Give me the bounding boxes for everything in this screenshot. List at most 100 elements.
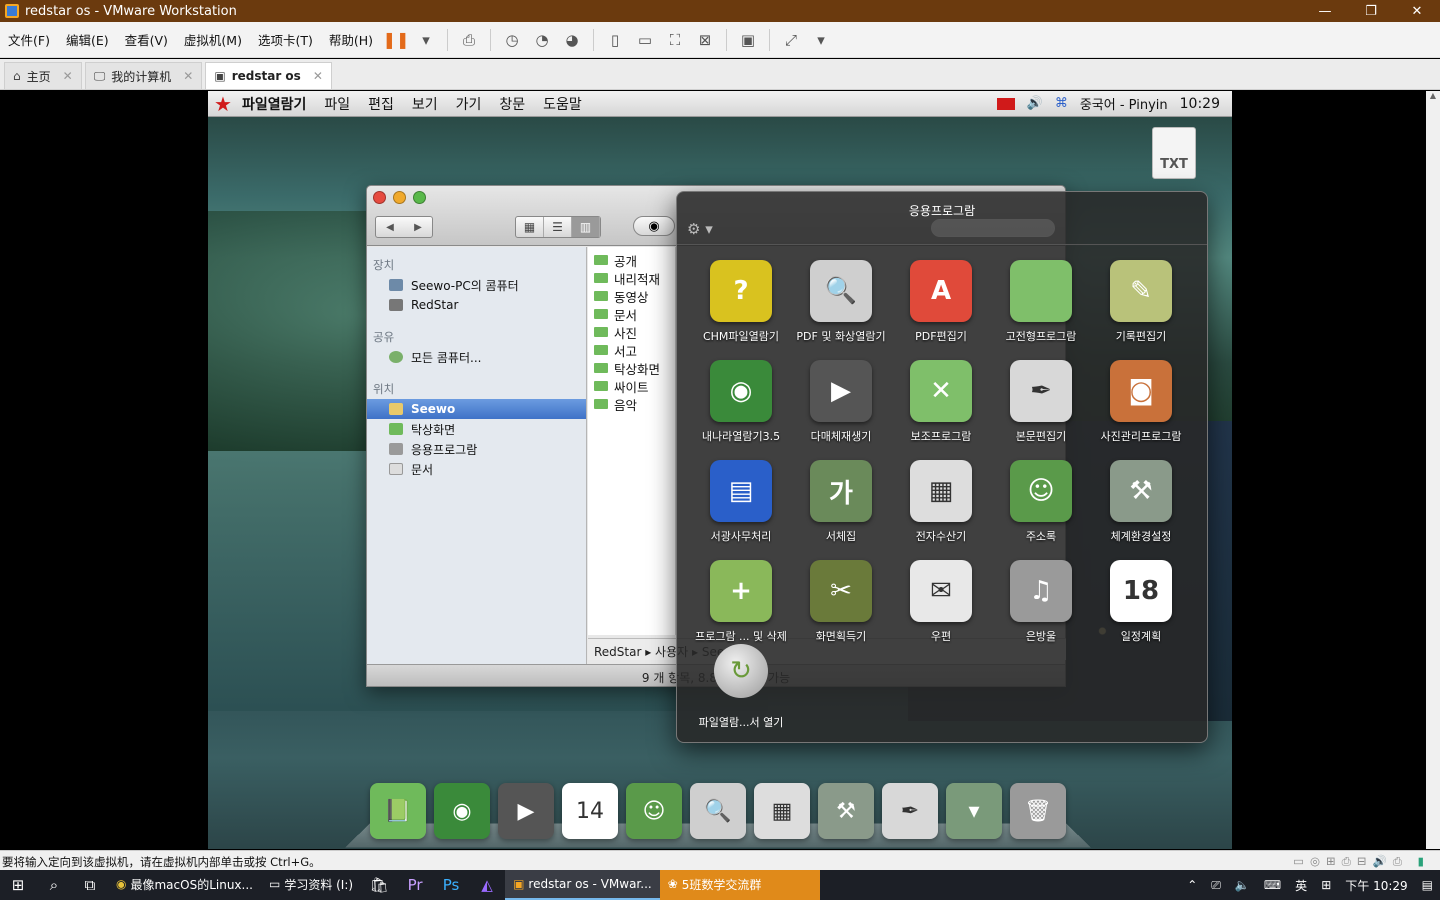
app-item[interactable]: 🔍 PDF 및 화상열람기 [791,248,891,348]
app-item[interactable]: ✒ 본문편집기 [991,348,1091,448]
app-item[interactable]: ▶ 다매체재생기 [791,348,891,448]
volume-icon[interactable]: 🔈 [1235,878,1250,892]
rs-menu-finder[interactable]: 파일열람기 [242,94,306,114]
app-item[interactable]: 18 일정계획 [1091,548,1191,648]
app-item[interactable]: A PDF편집기 [891,248,991,348]
taskbar-item-qq-group[interactable]: ❀ 5班数学交流群 [659,870,820,900]
quick-look-icon[interactable]: ◉ [633,216,675,236]
dock-item-icon[interactable]: 14 [562,783,618,839]
app-item[interactable]: ♫ 은방울 [991,548,1091,648]
sidebar-item-redstar[interactable]: RedStar [367,295,586,315]
tab-my-computer[interactable]: 🖵 我的计算机 ✕ [84,62,203,89]
sidebar-header-devices[interactable]: 장치 [367,255,586,275]
pause-icon[interactable]: ❚❚ [381,27,411,53]
list-item[interactable]: 싸이트 [588,377,675,395]
taskbar-item-explorer[interactable]: ▭ 学习资料 (I:) [261,870,361,900]
input-method-label[interactable]: 중국어 - Pinyin [1080,94,1168,113]
sidebar-item-seewo[interactable]: Seewo [367,399,586,419]
vm-screen[interactable]: ★ 파일열람기 파일 편집 보기 가기 창문 도움말 🔊 ⌘ 중국어 - Pin… [208,91,1232,849]
app-item[interactable]: ? CHM파일열람기 [691,248,791,348]
menu-view[interactable]: 查看(V) [117,30,176,49]
forward-icon[interactable]: ▶ [404,217,432,237]
dock-item-icon[interactable]: 🗑 [1010,783,1066,839]
dropdown-icon[interactable]: ▾ [411,27,441,53]
list-item[interactable]: 사진 [588,323,675,341]
rs-menu-file[interactable]: 파일 [324,94,350,114]
flag-icon[interactable] [996,97,1015,110]
vertical-scrollbar[interactable]: ▲ [1426,91,1440,849]
list-item[interactable]: 서고 [588,341,675,359]
app-item[interactable]: 고전형프로그람 [991,248,1091,348]
library-view-icon[interactable]: ▯ [600,27,630,53]
windows-start-icon[interactable]: ⊞ [0,870,36,900]
snapshot-manager-icon[interactable]: ◕ [557,27,587,53]
unity-icon[interactable]: ⊠ [690,27,720,53]
stretch-icon[interactable]: ⤢ [776,27,806,53]
chevron-up-icon[interactable]: ⌃ [1187,878,1197,892]
taskbar-clock[interactable]: 下午 10:29 [1345,877,1407,894]
app-item[interactable]: ◉ 내나라열람기3.5 [691,348,791,448]
rs-menu-window[interactable]: 창문 [499,94,525,114]
app-item[interactable]: ✎ 기록편집기 [1091,248,1191,348]
dock-item-icon[interactable]: ▶ [498,783,554,839]
open-in-finder-button[interactable]: ↻ 파일열람...서 열기 [691,644,791,730]
app-item[interactable]: ◙ 사진관리프로그람 [1091,348,1191,448]
tab-close-icon[interactable]: ✕ [313,69,323,83]
network-icon[interactable]: ⎚ [1211,878,1221,893]
notification-icon[interactable]: ▤ [1422,878,1433,892]
menu-vm[interactable]: 虚拟机(M) [176,30,250,49]
tab-close-icon[interactable]: ✕ [63,69,73,83]
taskbar-item-vmware[interactable]: ▣ redstar os - VMwar... [505,870,660,900]
app-item[interactable]: ⚒ 체계환경설정 [1091,448,1191,548]
keyboard-icon[interactable]: ⌨ [1264,878,1281,892]
send-ctrl-alt-del-icon[interactable]: ⎙ [454,27,484,53]
dock-item-icon[interactable]: ☺ [626,783,682,839]
tab-redstar-os[interactable]: ▣ redstar os ✕ [205,62,332,89]
red-star-icon[interactable]: ★ [214,92,232,116]
terminal-icon[interactable]: ▣ [733,27,763,53]
dropdown-icon[interactable]: ▾ [806,27,836,53]
list-item[interactable]: 공개 [588,251,675,269]
snapshot-icon[interactable]: ◷ [497,27,527,53]
app-item[interactable]: ▦ 전자수산기 [891,448,991,548]
sidebar-item-applications[interactable]: 응용프로그람 [367,439,586,459]
dock-item-icon[interactable]: ⚒ [818,783,874,839]
rs-menu-go[interactable]: 가기 [456,94,482,114]
fullscreen-icon[interactable]: ⛶ [660,27,690,53]
rs-clock[interactable]: 10:29 [1180,96,1220,112]
gear-icon[interactable]: ⚙ ▾ [687,220,713,238]
rs-menu-view[interactable]: 보기 [412,94,438,114]
dock-item-icon[interactable]: ✒ [882,783,938,839]
tab-home[interactable]: ⌂ 主页 ✕ [4,62,82,89]
minimize-window-button[interactable] [393,191,406,204]
minimize-button[interactable]: — [1302,0,1348,22]
sidebar-item-computer[interactable]: Seewo-PC의 콤퓨터 [367,275,586,295]
list-view-icon[interactable]: ☰ [544,217,572,237]
app-item[interactable]: ✉ 우편 [891,548,991,648]
sidebar-item-all-computers[interactable]: 모든 콤퓨터... [367,347,586,367]
sidebar-item-desktop[interactable]: 탁상화면 [367,419,586,439]
back-icon[interactable]: ◀ [376,217,404,237]
photoshop-icon[interactable]: Ps [433,870,469,900]
scroll-up-icon[interactable]: ▲ [1426,91,1440,100]
revert-snapshot-icon[interactable]: ◔ [527,27,557,53]
input-method-icon[interactable]: ⌘ [1055,96,1068,111]
message-icon[interactable]: ▮ [1418,854,1430,868]
menu-help[interactable]: 帮助(H) [321,30,381,49]
app-item[interactable]: ☺ 주소록 [991,448,1091,548]
restore-button[interactable]: ❐ [1348,0,1394,22]
ime-indicator[interactable]: 英 [1295,877,1307,894]
volume-icon[interactable]: 🔊 [1027,96,1043,111]
dock-item-icon[interactable]: ▦ [754,783,810,839]
close-window-button[interactable] [373,191,386,204]
app-item[interactable]: + 프로그람 ... 및 삭제 [691,548,791,648]
taskbar-item-chrome[interactable]: ◉ 最像macOS的Linux... [108,870,261,900]
premiere-icon[interactable]: Pr [397,870,433,900]
dock-item-icon[interactable]: ◉ [434,783,490,839]
sidebar-header-shared[interactable]: 공유 [367,327,586,347]
sidebar-item-documents[interactable]: 문서 [367,459,586,479]
console-view-icon[interactable]: ▭ [630,27,660,53]
column-view-icon[interactable]: ▥ [572,217,600,237]
app-item[interactable]: ✂ 화면획득기 [791,548,891,648]
close-button[interactable]: ✕ [1394,0,1440,22]
